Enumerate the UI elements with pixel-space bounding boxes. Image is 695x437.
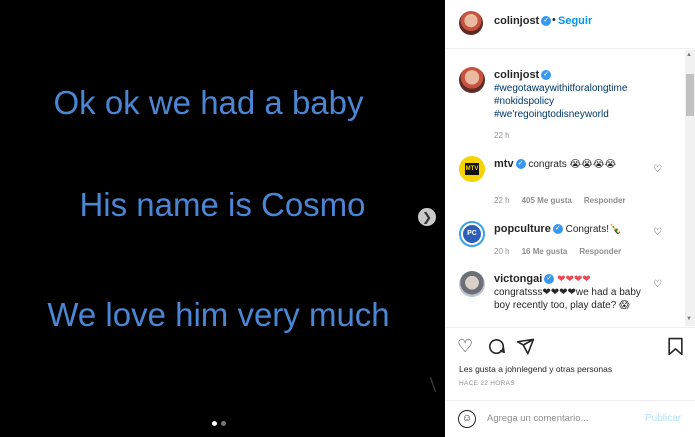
avatar[interactable]: PC [459, 221, 485, 247]
separator: • [552, 14, 556, 26]
post-header: colinjost ✓ • Seguir [445, 0, 695, 49]
media-text-line-2: His name is Cosmo [79, 186, 366, 223]
avatar[interactable] [459, 11, 483, 35]
verified-icon: ✓ [541, 70, 552, 81]
comment-username[interactable]: popculture [494, 223, 551, 235]
comment-text: mtv ✓ congrats 😭😭😭😭 [494, 158, 654, 171]
comment-likes[interactable]: 16 Me gusta [522, 247, 568, 256]
avatar[interactable] [459, 271, 485, 297]
caption-time[interactable]: 22 h [494, 131, 510, 140]
hashtag-link[interactable]: #we'regoingtodisneyworld [494, 109, 609, 120]
avatar[interactable]: MTV [459, 156, 485, 182]
post-actions: ♡ Les gusta a johnlegend y otras persona… [445, 327, 695, 437]
comment-input[interactable] [487, 413, 637, 424]
follow-button[interactable]: Seguir [558, 15, 592, 27]
comment-time[interactable]: 20 h [494, 247, 510, 256]
watermark: \ [430, 372, 437, 397]
caption-username[interactable]: colinjost [494, 69, 539, 81]
carousel-dot-active [212, 421, 217, 426]
emoji-icon[interactable]: ☺ [458, 410, 476, 428]
publish-button[interactable]: Publicar [645, 413, 681, 424]
post-timestamp[interactable]: HACE 22 HORAS [459, 380, 515, 387]
verified-icon: ✓ [544, 274, 555, 285]
comment-meta: 22 h 405 Me gusta Responder [494, 196, 626, 205]
share-icon[interactable] [516, 337, 535, 359]
verified-icon: ✓ [541, 16, 552, 27]
post-sidebar: colinjost ✓ • Seguir colinjost ✓ #wegotawa… [445, 0, 695, 437]
reply-button[interactable]: Responder [579, 247, 621, 256]
header-username[interactable]: colinjost ✓ [494, 15, 552, 27]
carousel-indicator [212, 421, 226, 426]
comment-username[interactable]: mtv [494, 158, 514, 170]
hashtag-link[interactable]: #nokidspolicy [494, 96, 554, 107]
comment-body: congratsss❤❤❤❤we had a baby boy recently… [494, 287, 641, 311]
hashtag-link[interactable]: #wegotawaywithitforalongtime [494, 83, 627, 94]
caption-text: colinjost ✓ #wegotawaywithitforalongtime … [494, 69, 654, 121]
comment-body: Congrats!🍾 [565, 224, 622, 235]
heart-icon[interactable]: ♡ [653, 164, 662, 175]
media-text-line-3: We love him very much [47, 296, 390, 333]
caption-meta: 22 h [494, 131, 510, 140]
scrollbar-thumb[interactable] [686, 74, 694, 116]
post-media[interactable]: Ok ok we had a baby His name is Cosmo We… [0, 0, 445, 437]
verified-icon: ✓ [552, 224, 563, 235]
comment-username[interactable]: victongai [494, 273, 542, 285]
likes-summary[interactable]: Les gusta a johnlegend y otras personas [459, 364, 612, 374]
chevron-right-icon[interactable]: ❯ [418, 208, 436, 226]
avatar[interactable] [459, 67, 485, 93]
comment-list[interactable]: colinjost ✓ #wegotawaywithitforalongtime … [445, 50, 685, 326]
scroll-up-icon[interactable]: ▲ [686, 52, 692, 58]
heart-icon[interactable]: ♡ [653, 279, 662, 290]
comment-icon[interactable] [487, 337, 506, 359]
mtv-logo: MTV [465, 163, 479, 175]
heart-icon[interactable]: ♡ [653, 227, 662, 238]
heart-icon[interactable]: ♡ [457, 337, 473, 355]
pc-logo: PC [463, 225, 481, 243]
comment-body: congrats 😭😭😭😭 [528, 159, 617, 170]
username-text[interactable]: colinjost [494, 15, 539, 27]
comment-text: popculture ✓ Congrats!🍾 [494, 223, 654, 236]
reply-button[interactable]: Responder [584, 196, 626, 205]
bookmark-icon[interactable] [667, 337, 684, 359]
comment-likes[interactable]: 405 Me gusta [522, 196, 572, 205]
comment-meta: 20 h 16 Me gusta Responder [494, 247, 621, 256]
add-comment-bar: ☺ Publicar [445, 400, 695, 437]
comment-time[interactable]: 22 h [494, 196, 510, 205]
verified-icon: ✓ [515, 159, 526, 170]
media-text-line-1: Ok ok we had a baby [53, 84, 364, 121]
carousel-dot [221, 421, 226, 426]
comment-text: victongai ✓ ❤❤❤❤ congratsss❤❤❤❤we had a b… [494, 273, 654, 312]
heart-emojis: ❤❤❤❤ [557, 274, 591, 285]
scroll-down-icon[interactable]: ▼ [686, 316, 692, 322]
